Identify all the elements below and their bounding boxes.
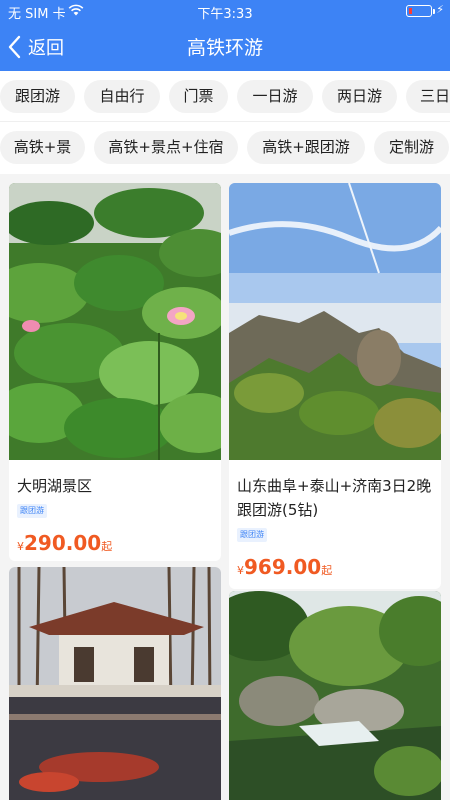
status-time: 下午3:33 — [197, 7, 253, 22]
chip-rail-scenic-hotel[interactable]: 高铁+景点+住宿 — [94, 131, 238, 164]
product-card[interactable] — [9, 567, 221, 800]
price-value: 969.00 — [244, 555, 322, 579]
chip-tickets[interactable]: 门票 — [169, 80, 228, 113]
chip-one-day[interactable]: 一日游 — [237, 80, 313, 113]
lotus-pond-photo — [9, 183, 221, 460]
product-card[interactable]: 大明湖景区 跟团游 ¥290.00起 — [9, 183, 221, 561]
chip-three-day[interactable]: 三日 — [406, 80, 450, 113]
valley-waterfall-photo — [229, 591, 441, 800]
chip-custom-tour[interactable]: 定制游 — [374, 131, 449, 164]
price-suffix: 起 — [101, 540, 113, 553]
product-tag: 跟团游 — [237, 528, 267, 542]
top-bar: 无 SIM 卡 下午3:33 ⚡ 返回 高铁环游 — [0, 0, 450, 71]
page-title: 高铁环游 — [186, 37, 263, 59]
category-row-1: 跟团游 自由行 门票 一日游 两日游 三日 — [0, 71, 450, 122]
chip-free-travel[interactable]: 自由行 — [84, 80, 160, 113]
price-currency: ¥ — [17, 540, 24, 553]
chip-group-tour[interactable]: 跟团游 — [0, 80, 75, 113]
chip-two-day[interactable]: 两日游 — [322, 80, 397, 113]
product-name: 大明湖景区 — [17, 477, 93, 495]
product-price: ¥969.00起 — [237, 555, 332, 579]
charging-icon: ⚡ — [436, 3, 444, 16]
product-tag: 跟团游 — [17, 504, 47, 518]
status-bar: 无 SIM 卡 下午3:33 ⚡ — [0, 0, 450, 22]
price-currency: ¥ — [237, 564, 244, 577]
lake-pavilion-photo — [9, 567, 221, 800]
chip-rail-scenic[interactable]: 高铁+景 — [0, 131, 85, 164]
chip-rail-group-tour[interactable]: 高铁+跟团游 — [247, 131, 365, 164]
product-card[interactable]: 山东曲阜+泰山+济南3日2晚跟团游(5钻) 跟团游 ¥969.00起 — [229, 183, 441, 589]
price-suffix: 起 — [321, 564, 333, 577]
product-card[interactable] — [229, 591, 441, 800]
category-row-2: 高铁+景 高铁+景点+住宿 高铁+跟团游 定制游 — [0, 122, 450, 174]
mountain-summit-photo — [229, 183, 441, 460]
product-name: 山东曲阜+泰山+济南3日2晚跟团游(5钻) — [237, 477, 432, 519]
nav-bar: 返回 高铁环游 — [0, 22, 450, 71]
price-value: 290.00 — [24, 531, 102, 555]
battery-icon — [406, 5, 435, 17]
product-price: ¥290.00起 — [17, 531, 112, 555]
